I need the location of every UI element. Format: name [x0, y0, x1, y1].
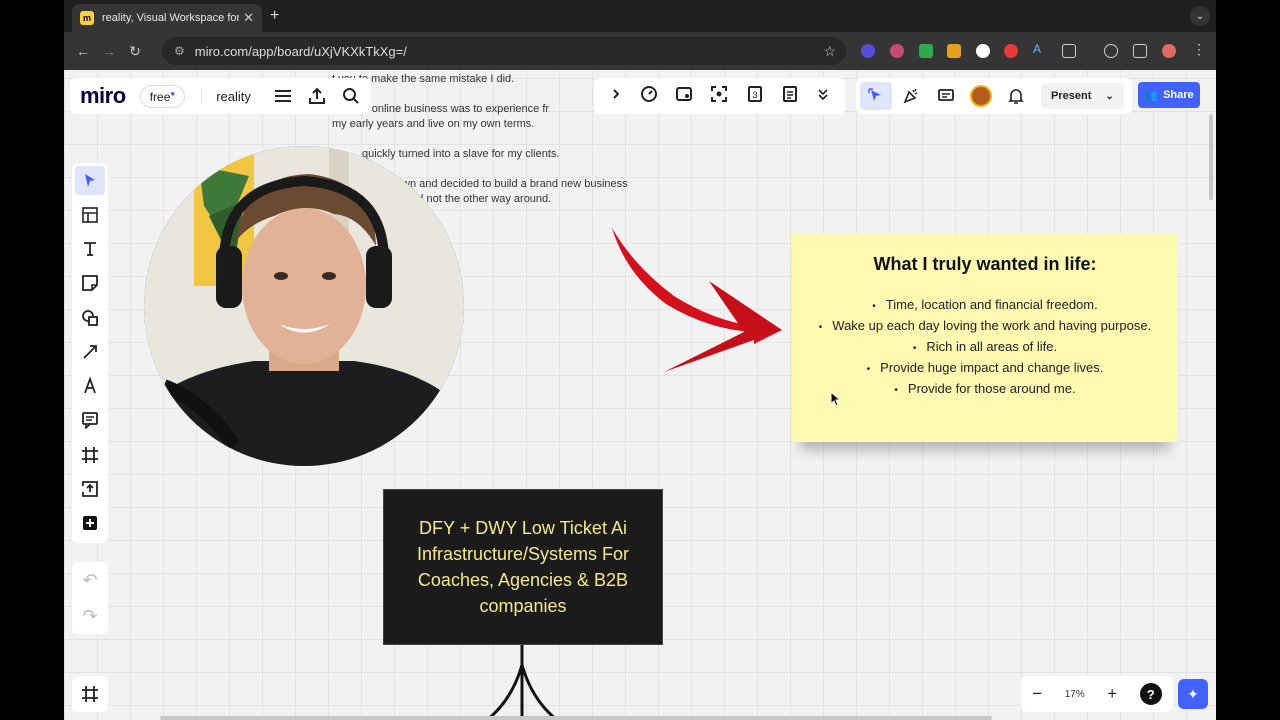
- board-actions-panel: Present ⌄: [856, 78, 1132, 114]
- text-tool-icon[interactable]: [75, 235, 105, 264]
- zoom-out-icon[interactable]: −: [1032, 684, 1042, 704]
- cursor-mode-icon[interactable]: [860, 82, 892, 110]
- tab-search-icon[interactable]: ⌄: [1190, 6, 1210, 26]
- comments-icon[interactable]: [930, 82, 962, 110]
- side-panel-icon[interactable]: [1133, 44, 1147, 58]
- search-icon[interactable]: [341, 86, 361, 106]
- site-info-icon[interactable]: ⚙: [174, 44, 185, 58]
- users-icon: 👥: [1144, 89, 1159, 102]
- creation-toolbar: [72, 163, 108, 543]
- browser-menu-icon[interactable]: ⋮: [1192, 41, 1206, 57]
- tab-title: reality, Visual Workspace for Innovation: [102, 12, 240, 24]
- app-frame: m reality, Visual Workspace for Innovati…: [64, 0, 1216, 720]
- help-icon[interactable]: ?: [1139, 683, 1162, 705]
- webcam-portrait: [144, 146, 464, 466]
- capture-icon[interactable]: [710, 85, 728, 108]
- dark-shape-card[interactable]: DFY + DWY Low Ticket Ai Infrastructure/S…: [383, 489, 663, 645]
- board-canvas[interactable]: t you to make the same mistake I did. st…: [64, 70, 1216, 720]
- board-name[interactable]: reality: [201, 88, 251, 104]
- browser-toolbar: ← → ↻ ⚙ miro.com/app/board/uXjVKXkTkXg=/…: [64, 32, 1216, 70]
- doc-line: quickly turned into a slave for my clien…: [362, 148, 560, 160]
- extension-icon-4[interactable]: [947, 44, 961, 58]
- more-apps-icon[interactable]: [75, 509, 105, 538]
- mouse-cursor-icon: [830, 391, 842, 407]
- board-header-panel: miro free● reality: [70, 78, 371, 114]
- undo-icon[interactable]: ↶: [82, 570, 97, 591]
- sticky-note[interactable]: What I truly wanted in life: Time, locat…: [792, 234, 1178, 442]
- timer-icon[interactable]: [640, 85, 658, 108]
- ai-assist-button[interactable]: ✦: [1178, 679, 1208, 709]
- notes-icon[interactable]: [781, 85, 799, 108]
- list-item: Provide huge impact and change lives.: [792, 358, 1178, 379]
- extension-icon-2[interactable]: [890, 44, 904, 58]
- bookmark-star-icon[interactable]: ☆: [823, 43, 836, 60]
- extension-icon-7[interactable]: A: [1033, 42, 1047, 56]
- undo-redo-panel: ↶ ↷: [72, 562, 108, 634]
- menu-icon[interactable]: [273, 86, 293, 106]
- more-tools-icon[interactable]: [816, 87, 830, 106]
- list-item: Rich in all areas of life.: [792, 337, 1178, 358]
- miro-logo[interactable]: miro: [80, 83, 126, 109]
- plan-badge[interactable]: free●: [139, 84, 186, 108]
- chevron-right-icon[interactable]: [609, 87, 623, 106]
- performance-icon[interactable]: [1104, 44, 1118, 58]
- doc-line: t you to make the same mistake I did.: [332, 73, 515, 85]
- sticky-note-tool-icon[interactable]: [75, 269, 105, 298]
- zoom-level[interactable]: 17%: [1065, 689, 1085, 700]
- doc-line: my early years and live on my own terms.: [332, 118, 535, 130]
- collaboration-toolbar: 3: [594, 78, 845, 114]
- list-item: Provide for those around me.: [792, 379, 1178, 400]
- extension-icon-3[interactable]: [919, 44, 933, 58]
- red-arrow: [612, 228, 782, 372]
- extension-icon-5[interactable]: [976, 44, 990, 58]
- sticky-title: What I truly wanted in life:: [873, 254, 1097, 274]
- reload-icon[interactable]: ↻: [122, 43, 148, 60]
- frames-icon: [82, 686, 98, 702]
- pen-tool-icon[interactable]: [75, 372, 105, 401]
- connector-lines: [486, 645, 558, 720]
- miro-favicon-icon: m: [80, 11, 94, 25]
- shapes-tool-icon[interactable]: [75, 303, 105, 332]
- templates-icon[interactable]: [75, 200, 105, 229]
- new-tab-icon[interactable]: +: [270, 7, 279, 25]
- select-tool-icon[interactable]: [75, 166, 105, 196]
- address-bar[interactable]: ⚙ miro.com/app/board/uXjVKXkTkXg=/ ☆: [162, 37, 846, 65]
- browser-tab[interactable]: m reality, Visual Workspace for Innovati…: [72, 4, 262, 32]
- url-text: miro.com/app/board/uXjVKXkTkXg=/: [194, 43, 407, 59]
- sticky-list: Time, location and financial freedom. Wa…: [792, 295, 1178, 400]
- doc-line: start an online business was to experien…: [332, 103, 550, 115]
- notifications-bell-icon[interactable]: [1000, 82, 1032, 110]
- upload-tool-icon[interactable]: [75, 474, 105, 503]
- horizontal-scrollbar[interactable]: [160, 716, 992, 720]
- chevron-down-icon[interactable]: ⌄: [1105, 91, 1113, 102]
- counter-icon[interactable]: 3: [746, 85, 764, 108]
- browser-tabbar: m reality, Visual Workspace for Innovati…: [64, 0, 1216, 32]
- present-button[interactable]: Present ⌄: [1041, 83, 1124, 109]
- redo-icon[interactable]: ↷: [82, 606, 97, 627]
- extension-icon-6[interactable]: [1004, 44, 1018, 58]
- frame-tool-icon[interactable]: [75, 440, 105, 469]
- frames-panel-button[interactable]: [72, 676, 108, 712]
- user-avatar[interactable]: [965, 82, 997, 110]
- share-label: Share: [1163, 89, 1194, 101]
- profile-avatar[interactable]: [1162, 44, 1176, 58]
- close-tab-icon[interactable]: ✕: [243, 10, 254, 26]
- extensions-puzzle-icon[interactable]: [1062, 44, 1076, 58]
- zoom-controls: − 17% + ?: [1021, 676, 1173, 712]
- talktrack-icon[interactable]: [675, 85, 693, 108]
- share-button[interactable]: 👥 Share: [1138, 82, 1200, 108]
- reactions-icon[interactable]: [895, 82, 927, 110]
- extension-icon-1[interactable]: [861, 44, 875, 58]
- list-item: Wake up each day loving the work and hav…: [792, 316, 1178, 337]
- list-item: Time, location and financial freedom.: [792, 295, 1178, 316]
- back-icon[interactable]: ←: [70, 43, 96, 59]
- export-icon[interactable]: [307, 86, 327, 106]
- zoom-in-icon[interactable]: +: [1107, 684, 1117, 704]
- forward-icon[interactable]: →: [96, 43, 122, 59]
- svg-text:3: 3: [752, 90, 757, 100]
- connection-line-tool-icon[interactable]: [75, 337, 105, 366]
- comment-tool-icon[interactable]: [75, 406, 105, 435]
- dark-shape-text: DFY + DWY Low Ticket Ai Infrastructure/S…: [416, 518, 630, 616]
- vertical-scrollbar[interactable]: [1209, 114, 1213, 200]
